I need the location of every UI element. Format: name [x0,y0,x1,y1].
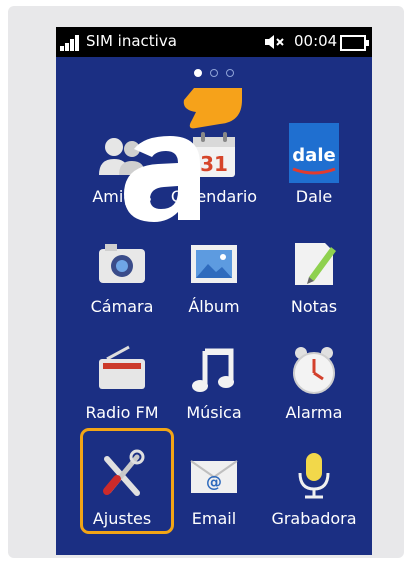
battery-icon [340,35,369,51]
app-grabadora[interactable]: Grabadora [264,445,364,545]
svg-text:@: @ [206,472,222,491]
radio-icon [99,345,145,389]
app-label: Dale [295,187,333,206]
selected-app-highlight [80,428,174,534]
app-alarma[interactable]: Alarma [264,339,364,439]
app-musica[interactable]: Música [164,339,264,439]
app-label: Alarma [285,403,343,422]
album-icon [191,245,237,283]
app-email[interactable]: @ Email [164,445,264,545]
watermark-logo [124,88,242,222]
app-dale[interactable]: dale Dale [264,123,364,223]
status-bar: SIM inactiva 00:04 [56,27,372,57]
microphone-icon [298,453,330,499]
app-radio-fm[interactable]: Radio FM [72,339,172,439]
app-label: Notas [290,297,338,316]
music-icon [192,348,234,392]
page-indicator [56,67,372,79]
page-dot[interactable] [210,69,218,77]
signal-icon [60,35,82,51]
page-dot-active[interactable] [194,69,202,77]
mute-icon [265,35,284,49]
app-notas[interactable]: Notas [264,233,364,333]
app-album[interactable]: Álbum [164,233,264,333]
email-icon: @ [190,460,238,493]
clock: 00:04 [294,32,338,50]
alarm-icon [293,347,335,394]
dale-icon: dale [289,123,339,183]
notes-icon [295,243,336,285]
app-label: Grabadora [271,509,357,528]
page-dot[interactable] [226,69,234,77]
app-camara[interactable]: Cámara [72,233,172,333]
carrier-status: SIM inactiva [86,32,177,50]
camera-icon [99,244,145,283]
svg-text:dale: dale [292,145,335,166]
